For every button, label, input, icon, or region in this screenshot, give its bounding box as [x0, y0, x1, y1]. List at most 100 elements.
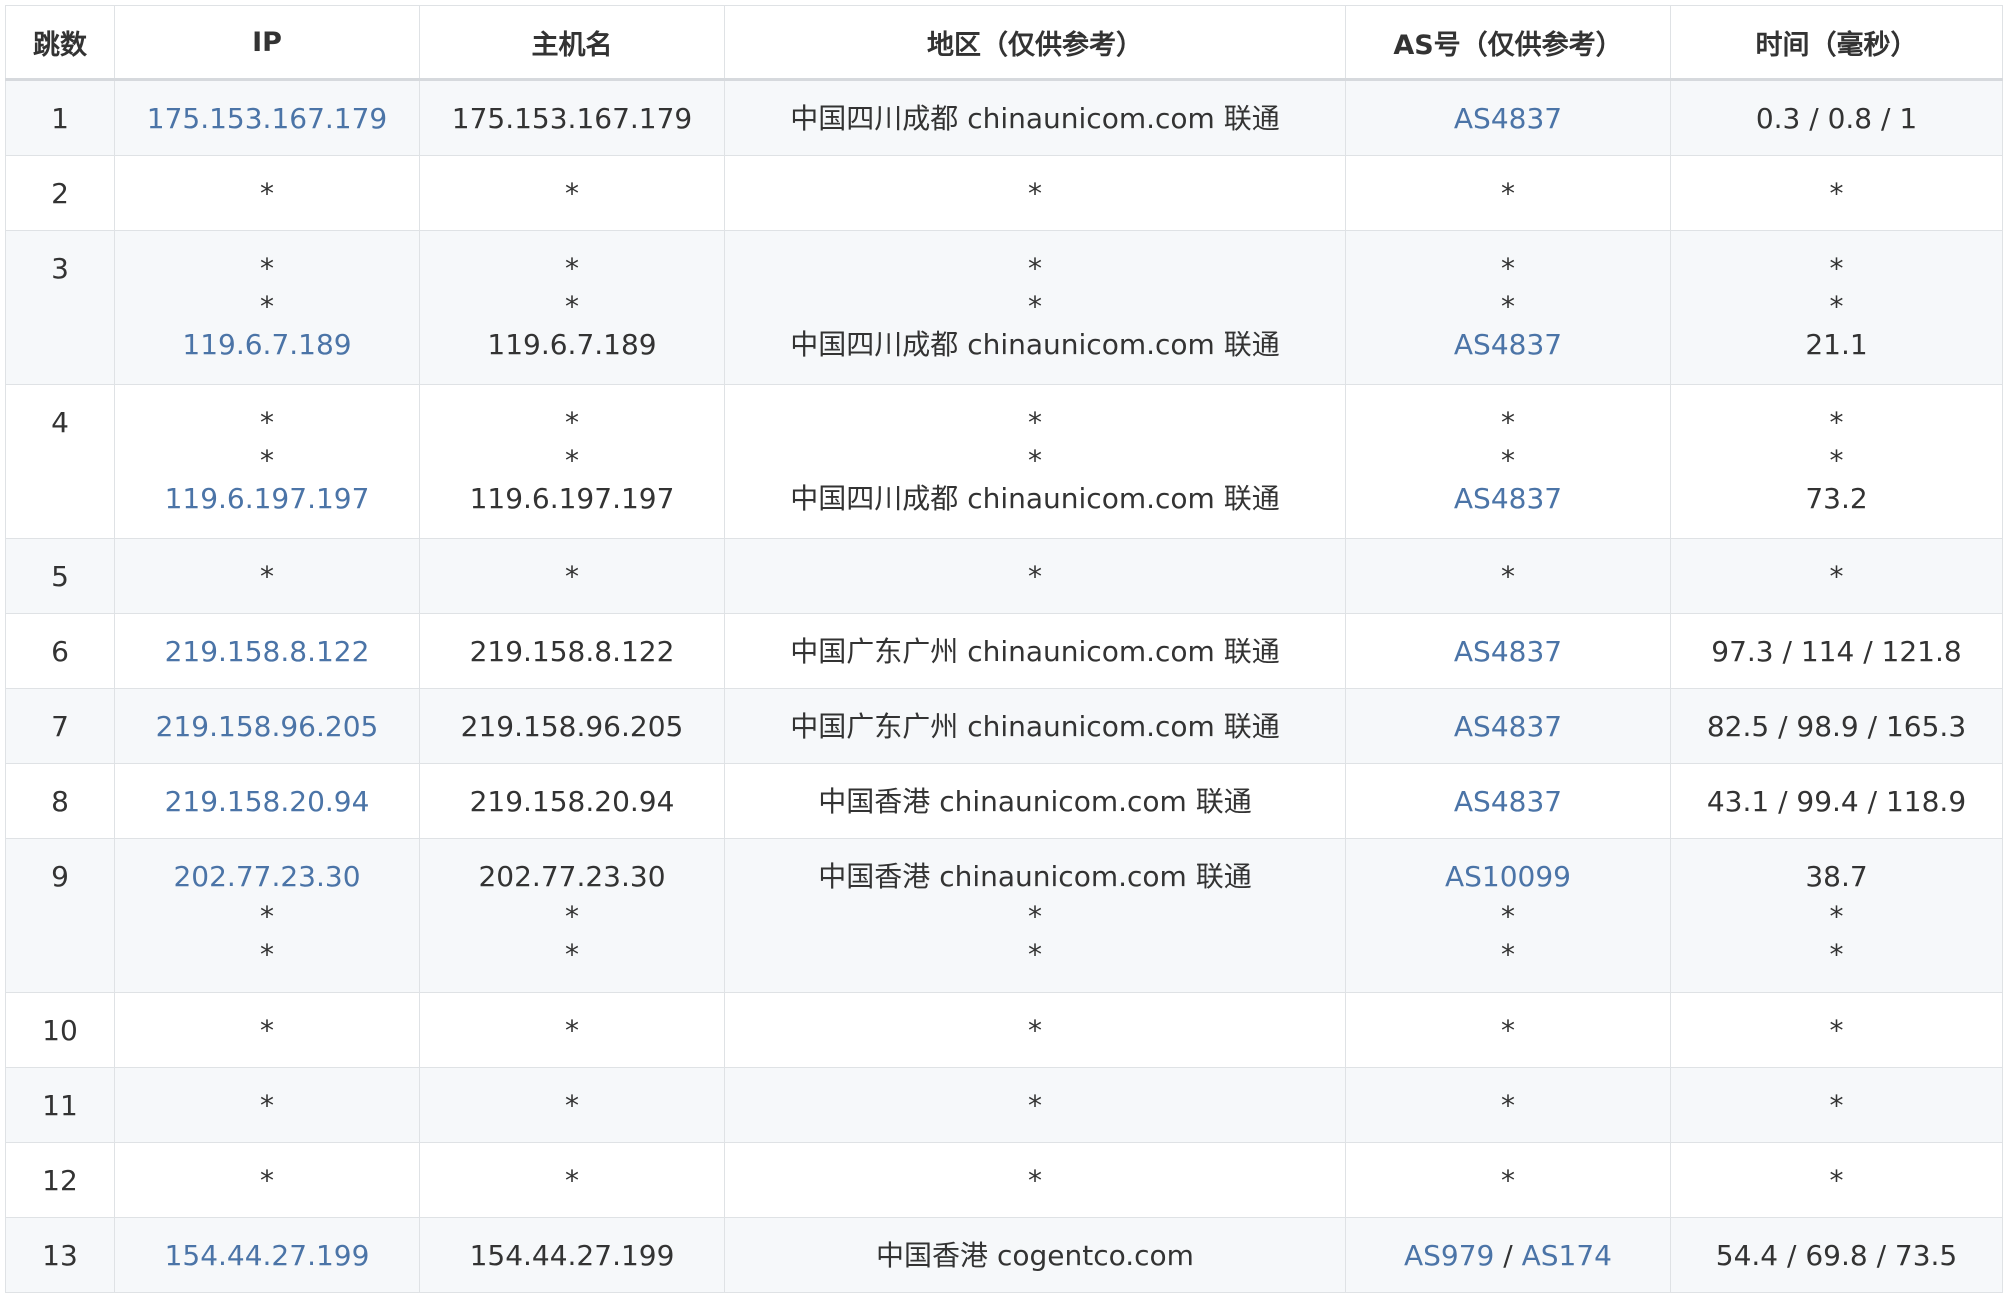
hostname-value: 119.6.7.189	[487, 328, 657, 361]
region-line: 中国香港 cogentco.com	[725, 1236, 1345, 1276]
ip-value: *	[260, 252, 274, 285]
hop-number: 9	[51, 860, 69, 893]
as-link[interactable]: AS4837	[1454, 710, 1562, 743]
ip-line: *	[115, 174, 419, 212]
time-cell: 43.1 / 99.4 / 118.9	[1670, 763, 2003, 839]
table-row: 1 175.153.167.179 175.153.167.179 中国四川成都 ch…	[5, 79, 2003, 156]
table-row: 7 219.158.96.205 219.158.96.205 中国广东广州 chin…	[5, 688, 2003, 764]
region-value: *	[1028, 290, 1042, 323]
hostname-line: *	[420, 441, 724, 479]
as-number-cell: *	[1345, 155, 1671, 231]
region-cell: 中国香港 chinaunicom.com 联通 * *	[724, 838, 1346, 993]
time-value: 43.1 / 99.4 / 118.9	[1706, 785, 1967, 818]
as-link[interactable]: AS4837	[1454, 328, 1562, 361]
table-row: 5 * * * * *	[5, 538, 2003, 614]
as-number-line: *	[1346, 557, 1670, 595]
as-link[interactable]: AS979	[1404, 1239, 1494, 1272]
region-line: *	[725, 1161, 1345, 1199]
ip-link[interactable]: 119.6.7.189	[182, 328, 351, 361]
time-value: 54.4 / 69.8 / 73.5	[1715, 1239, 1958, 1272]
table-row: 8 219.158.20.94 219.158.20.94 中国香港 chinauni…	[5, 763, 2003, 839]
ip-cell: 219.158.20.94	[114, 763, 420, 839]
region-line: *	[725, 897, 1345, 935]
region-cell: 中国四川成都 chinaunicom.com 联通	[724, 79, 1346, 156]
hostname-cell: 202.77.23.30 * *	[419, 838, 725, 993]
as-number-cell: *	[1345, 1067, 1671, 1143]
region-value: 中国香港 chinaunicom.com 联通	[818, 785, 1252, 818]
region-line: 中国四川成都 chinaunicom.com 联通	[725, 325, 1345, 365]
region-line: 中国香港 chinaunicom.com 联通	[725, 782, 1345, 822]
region-line: *	[725, 1086, 1345, 1124]
region-line: *	[725, 287, 1345, 325]
hop-number: 10	[42, 1014, 78, 1047]
ip-line: 154.44.27.199	[115, 1236, 419, 1276]
time-cell: 97.3 / 114 / 121.8	[1670, 613, 2003, 689]
hostname-cell: *	[419, 992, 725, 1068]
time-cell: 0.3 / 0.8 / 1	[1670, 79, 2003, 156]
hop-cell: 12	[5, 1142, 115, 1218]
as-link[interactable]: AS4837	[1454, 482, 1562, 515]
hostname-value: 219.158.96.205	[460, 710, 684, 743]
as-link[interactable]: AS4837	[1454, 785, 1562, 818]
ip-link[interactable]: 219.158.20.94	[165, 785, 370, 818]
region-cell: *	[724, 1142, 1346, 1218]
ip-link[interactable]: 119.6.197.197	[165, 482, 370, 515]
region-value: 中国广东广州 chinaunicom.com 联通	[790, 710, 1280, 743]
hostname-value: *	[565, 1164, 579, 1197]
as-number-line: AS4837	[1346, 99, 1670, 139]
ip-cell: 219.158.96.205	[114, 688, 420, 764]
ip-link[interactable]: 219.158.96.205	[156, 710, 379, 743]
as-number-cell: AS4837	[1345, 613, 1671, 689]
ip-line: *	[115, 249, 419, 287]
time-line: 0.3 / 0.8 / 1	[1671, 99, 2002, 139]
as-separator: /	[1494, 1239, 1522, 1272]
table-row: 3 * * 119.6.7.189 * * 119.6.7.189 * * 中国四川成都 chin…	[5, 230, 2003, 385]
ip-line: *	[115, 287, 419, 325]
as-link[interactable]: AS4837	[1454, 635, 1562, 668]
region-line: 中国香港 chinaunicom.com 联通	[725, 857, 1345, 897]
hop-cell: 11	[5, 1067, 115, 1143]
as-link[interactable]: AS174	[1522, 1239, 1612, 1272]
header-hop: 跳数	[5, 5, 115, 81]
hop-cell: 10	[5, 992, 115, 1068]
hop-number: 2	[51, 177, 69, 210]
region-value: *	[1028, 1014, 1042, 1047]
time-value: 82.5 / 98.9 / 165.3	[1706, 710, 1967, 743]
ip-cell: * * 119.6.197.197	[114, 384, 420, 539]
hostname-line: 154.44.27.199	[420, 1236, 724, 1276]
time-value: 21.1	[1805, 328, 1868, 361]
ip-link[interactable]: 154.44.27.199	[165, 1239, 370, 1272]
hop-number: 7	[51, 710, 69, 743]
region-line: *	[725, 441, 1345, 479]
as-placeholder: *	[1501, 1164, 1515, 1197]
time-value: 97.3 / 114 / 121.8	[1711, 635, 1962, 668]
region-cell: 中国广东广州 chinaunicom.com 联通	[724, 688, 1346, 764]
region-value: *	[1028, 900, 1042, 933]
ip-cell: 175.153.167.179	[114, 79, 420, 156]
hostname-value: 175.153.167.179	[451, 102, 693, 135]
time-line: *	[1671, 174, 2002, 212]
as-number-cell: *	[1345, 538, 1671, 614]
ip-link[interactable]: 219.158.8.122	[165, 635, 370, 668]
time-line: 21.1	[1671, 325, 2002, 365]
hop-number: 3	[51, 252, 69, 285]
ip-link[interactable]: 175.153.167.179	[147, 102, 387, 135]
as-link[interactable]: AS10099	[1445, 860, 1571, 893]
region-line: *	[725, 935, 1345, 973]
hostname-cell: *	[419, 1067, 725, 1143]
ip-cell: *	[114, 992, 420, 1068]
hop-cell: 2	[5, 155, 115, 231]
hop-number: 8	[51, 785, 69, 818]
as-link[interactable]: AS4837	[1454, 102, 1562, 135]
ip-link[interactable]: 202.77.23.30	[173, 860, 360, 893]
ip-line: *	[115, 1011, 419, 1049]
region-line: *	[725, 249, 1345, 287]
ip-cell: *	[114, 1142, 420, 1218]
hostname-cell: *	[419, 538, 725, 614]
as-number-cell: * * AS4837	[1345, 384, 1671, 539]
header-region: 地区（仅供参考）	[724, 5, 1346, 81]
time-cell: * * 21.1	[1670, 230, 2003, 385]
time-line: 97.3 / 114 / 121.8	[1671, 632, 2002, 672]
region-cell: *	[724, 992, 1346, 1068]
time-value: *	[1829, 1014, 1844, 1047]
